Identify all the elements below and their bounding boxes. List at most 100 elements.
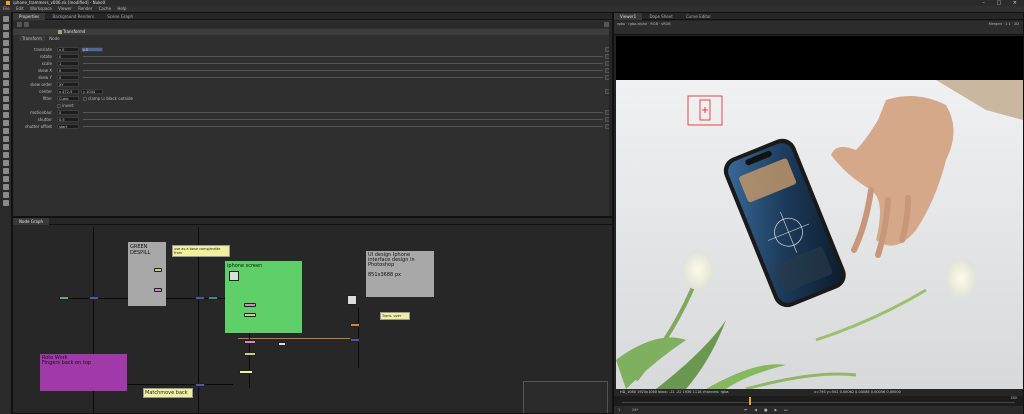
tab-transform[interactable]: Transform — [19, 36, 45, 41]
metadata-tool-icon[interactable] — [3, 104, 9, 110]
pixel-info: x=795 y=502 0.00062 0.00085 0.00056 0.00… — [814, 390, 901, 394]
backdrop-ui-design[interactable]: UI design Iphone interface design in Pho… — [366, 251, 434, 297]
menu-help[interactable]: Help — [117, 6, 126, 11]
toolsets-icon[interactable] — [3, 128, 9, 134]
merge-node[interactable] — [244, 340, 256, 344]
viewer-image[interactable] — [616, 80, 1023, 389]
shutter-slider[interactable] — [83, 119, 603, 120]
menu-viewer[interactable]: Viewer — [58, 6, 72, 11]
skew-y-slider[interactable] — [83, 77, 603, 78]
sticky-note[interactable]: use as a base comp/matte from — [172, 245, 230, 257]
node-name[interactable]: Transform4 — [63, 29, 85, 34]
image-tool-icon[interactable] — [3, 16, 9, 22]
fps-field[interactable]: 24* — [632, 406, 638, 414]
tab-curve-editor[interactable]: Curve Editor — [680, 13, 717, 20]
read-node[interactable] — [59, 296, 69, 300]
dot-node[interactable] — [208, 296, 218, 300]
premult-node[interactable] — [244, 352, 256, 356]
undo-icon[interactable] — [17, 22, 22, 27]
viewer-tabs: Viewer1 Dope Sheet Curve Editor — [614, 13, 1023, 20]
particles-tool-icon[interactable] — [3, 112, 9, 118]
skew-x-slider[interactable] — [83, 70, 603, 71]
merge-node[interactable] — [350, 338, 360, 342]
properties-toolbar — [13, 21, 612, 28]
param-skew-x: skew X0 — [13, 67, 612, 74]
tab-properties[interactable]: Properties — [13, 13, 46, 20]
tab-node[interactable]: Node — [46, 36, 62, 41]
merge-node[interactable] — [154, 288, 162, 292]
menu-cache[interactable]: Cache — [99, 6, 111, 11]
node-header: Transform4 — [13, 29, 612, 35]
other-tool-icon[interactable] — [3, 136, 9, 142]
cara-tool-icon[interactable] — [3, 160, 9, 166]
merge-node[interactable] — [195, 383, 205, 387]
param-invert: □ invert — [57, 103, 74, 108]
furnace-tool-icon[interactable] — [3, 144, 9, 150]
gizmo-tool-icon[interactable] — [3, 168, 9, 174]
menu-render[interactable]: Render — [78, 6, 92, 11]
draw-tool-icon[interactable] — [3, 24, 9, 30]
timeline-end-frame: 180 — [1010, 396, 1017, 400]
menu-workspace[interactable]: Workspace — [30, 6, 52, 11]
tab-background-renders[interactable]: Background Renders — [47, 13, 100, 20]
grade-node[interactable] — [244, 313, 256, 317]
cornerpin-node[interactable] — [350, 323, 360, 327]
format-info: HD_1080 1920x1080 bbox: -22 -22 1936 111… — [620, 390, 729, 394]
roto-node[interactable] — [244, 303, 256, 307]
deep-tool-icon[interactable] — [3, 120, 9, 126]
channel-selector[interactable]: rgba · rgba.alpha · RGB · sRGB — [617, 22, 671, 26]
settings-tool-icon[interactable] — [3, 200, 9, 206]
sticky-note[interactable]: Trans. over — [380, 312, 410, 320]
read-thumbnail[interactable] — [229, 271, 239, 281]
tab-scene-graph[interactable]: Scene Graph — [101, 13, 139, 20]
matchmove-back-label[interactable]: Matchmove back — [143, 388, 193, 398]
rotate-slider[interactable] — [83, 56, 603, 57]
backdrop-roto-work[interactable]: Roto Work Fingers back on top — [40, 354, 127, 391]
tab-node-graph[interactable]: Node Graph — [13, 218, 49, 225]
menu-file[interactable]: File — [3, 6, 10, 11]
transform-node[interactable] — [195, 296, 205, 300]
views-tool-icon[interactable] — [3, 96, 9, 102]
properties-panel: Properties Background Renders Scene Grap… — [12, 12, 613, 217]
dot-node[interactable] — [278, 342, 286, 346]
motionblur-slider[interactable] — [83, 112, 603, 113]
param-center: center x 472.5 y 1044 — [13, 88, 612, 95]
filter-tool-icon[interactable] — [3, 56, 9, 62]
scale-slider[interactable] — [83, 63, 603, 64]
mask-tool-icon[interactable] — [3, 192, 9, 198]
redo-icon[interactable] — [24, 22, 29, 27]
node-color-swatch[interactable] — [58, 30, 62, 34]
channel-tool-icon[interactable] — [3, 40, 9, 46]
shutter-offset-slider[interactable] — [83, 126, 603, 127]
node-toolbar — [0, 12, 12, 414]
properties-tabs: Properties Background Renders Scene Grap… — [13, 13, 612, 20]
transform-tool-icon[interactable] — [3, 80, 9, 86]
viewer-options[interactable]: Merged · 1:1 · 2D — [989, 21, 1019, 28]
transform-handle-icon[interactable] — [698, 106, 714, 122]
time-tool-icon[interactable] — [3, 32, 9, 38]
note-node[interactable] — [239, 370, 253, 374]
tab-viewer1[interactable]: Viewer1 — [614, 13, 643, 20]
minimap[interactable] — [523, 381, 608, 413]
backdrop-green-despill[interactable]: GREEN DESPILL — [128, 242, 166, 306]
param-shutter-offset: shutter offset start — [13, 123, 612, 130]
keyer-tool-icon[interactable] — [3, 64, 9, 70]
frame-number[interactable]: 1 — [618, 406, 620, 414]
tab-dope-sheet[interactable]: Dope Sheet — [643, 13, 678, 20]
keyer-node[interactable] — [154, 268, 162, 272]
node-graph-panel: Node Graph GREEN DESPILL iphone screen U… — [12, 217, 613, 414]
timeline[interactable]: 180 — [614, 396, 1023, 406]
3d-tool-icon[interactable] — [3, 88, 9, 94]
app-icon — [6, 1, 10, 5]
color-tool-icon[interactable] — [3, 48, 9, 54]
dot-node[interactable] — [89, 296, 99, 300]
merge-tool-icon[interactable] — [3, 72, 9, 78]
properties-scrollbar[interactable] — [609, 21, 612, 216]
airender-tool-icon[interactable] — [3, 152, 9, 158]
menu-edit[interactable]: Edit — [16, 6, 24, 11]
playhead[interactable] — [749, 397, 751, 405]
read-thumbnail[interactable] — [347, 295, 357, 305]
eye-tool-icon[interactable] — [3, 184, 9, 190]
transport-buttons[interactable]: ⏮ ◀ ■ ▶ ⏭ — [744, 406, 790, 414]
nukex-tool-icon[interactable] — [3, 176, 9, 182]
